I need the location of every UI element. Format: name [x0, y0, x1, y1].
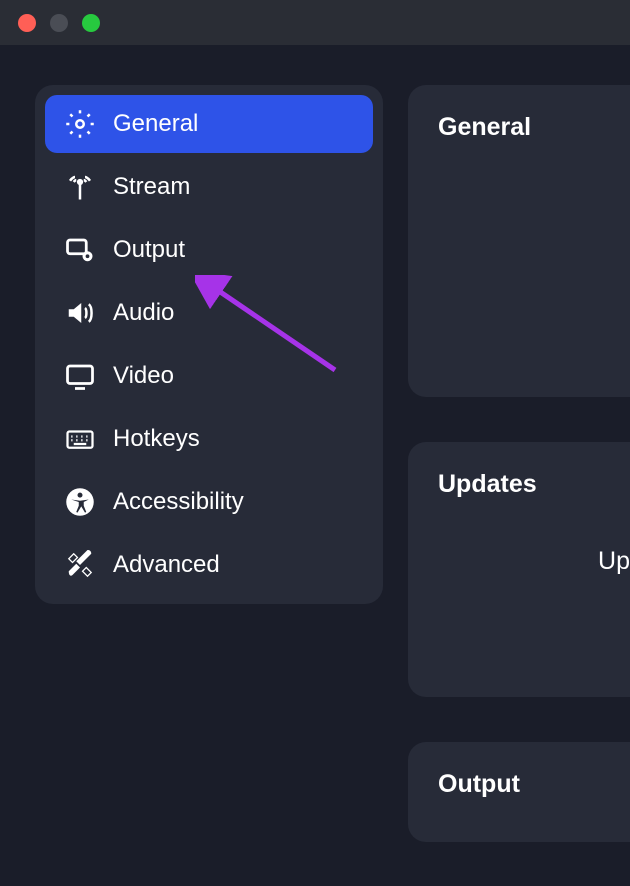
right-panels: General Updates Up Output [408, 85, 630, 886]
sidebar-item-output[interactable]: Output [45, 221, 373, 279]
sidebar-item-general[interactable]: General [45, 95, 373, 153]
panel-title-updates: Updates [438, 470, 600, 499]
maximize-window-button[interactable] [82, 14, 100, 32]
panel-output: Output [408, 742, 630, 842]
sidebar-item-video[interactable]: Video [45, 347, 373, 405]
panel-title-general: General [438, 113, 600, 142]
accessibility-icon [65, 487, 95, 517]
sidebar-item-label: Video [113, 362, 174, 390]
sidebar-item-label: Hotkeys [113, 425, 200, 453]
updates-partial-text: Up [598, 547, 630, 576]
monitor-icon [65, 361, 95, 391]
sidebar-item-stream[interactable]: Stream [45, 158, 373, 216]
keyboard-icon [65, 424, 95, 454]
panel-title-output: Output [438, 770, 600, 799]
sidebar-item-audio[interactable]: Audio [45, 284, 373, 342]
sidebar-item-label: Stream [113, 173, 190, 201]
sidebar-item-label: Accessibility [113, 488, 244, 516]
sidebar-item-label: General [113, 110, 198, 138]
sidebar-item-label: Audio [113, 299, 174, 327]
minimize-window-button[interactable] [50, 14, 68, 32]
close-window-button[interactable] [18, 14, 36, 32]
panel-general: General [408, 85, 630, 397]
sidebar-item-label: Advanced [113, 551, 220, 579]
window-titlebar [0, 0, 630, 45]
sidebar-item-accessibility[interactable]: Accessibility [45, 473, 373, 531]
settings-sidebar: General Stream Output [35, 85, 383, 604]
output-icon [65, 235, 95, 265]
sidebar-item-label: Output [113, 236, 185, 264]
panel-updates: Updates Up [408, 442, 630, 697]
tools-icon [65, 550, 95, 580]
gear-icon [65, 109, 95, 139]
antenna-icon [65, 172, 95, 202]
speaker-icon [65, 298, 95, 328]
content-area: General Stream Output [0, 45, 630, 886]
sidebar-item-advanced[interactable]: Advanced [45, 536, 373, 594]
sidebar-item-hotkeys[interactable]: Hotkeys [45, 410, 373, 468]
